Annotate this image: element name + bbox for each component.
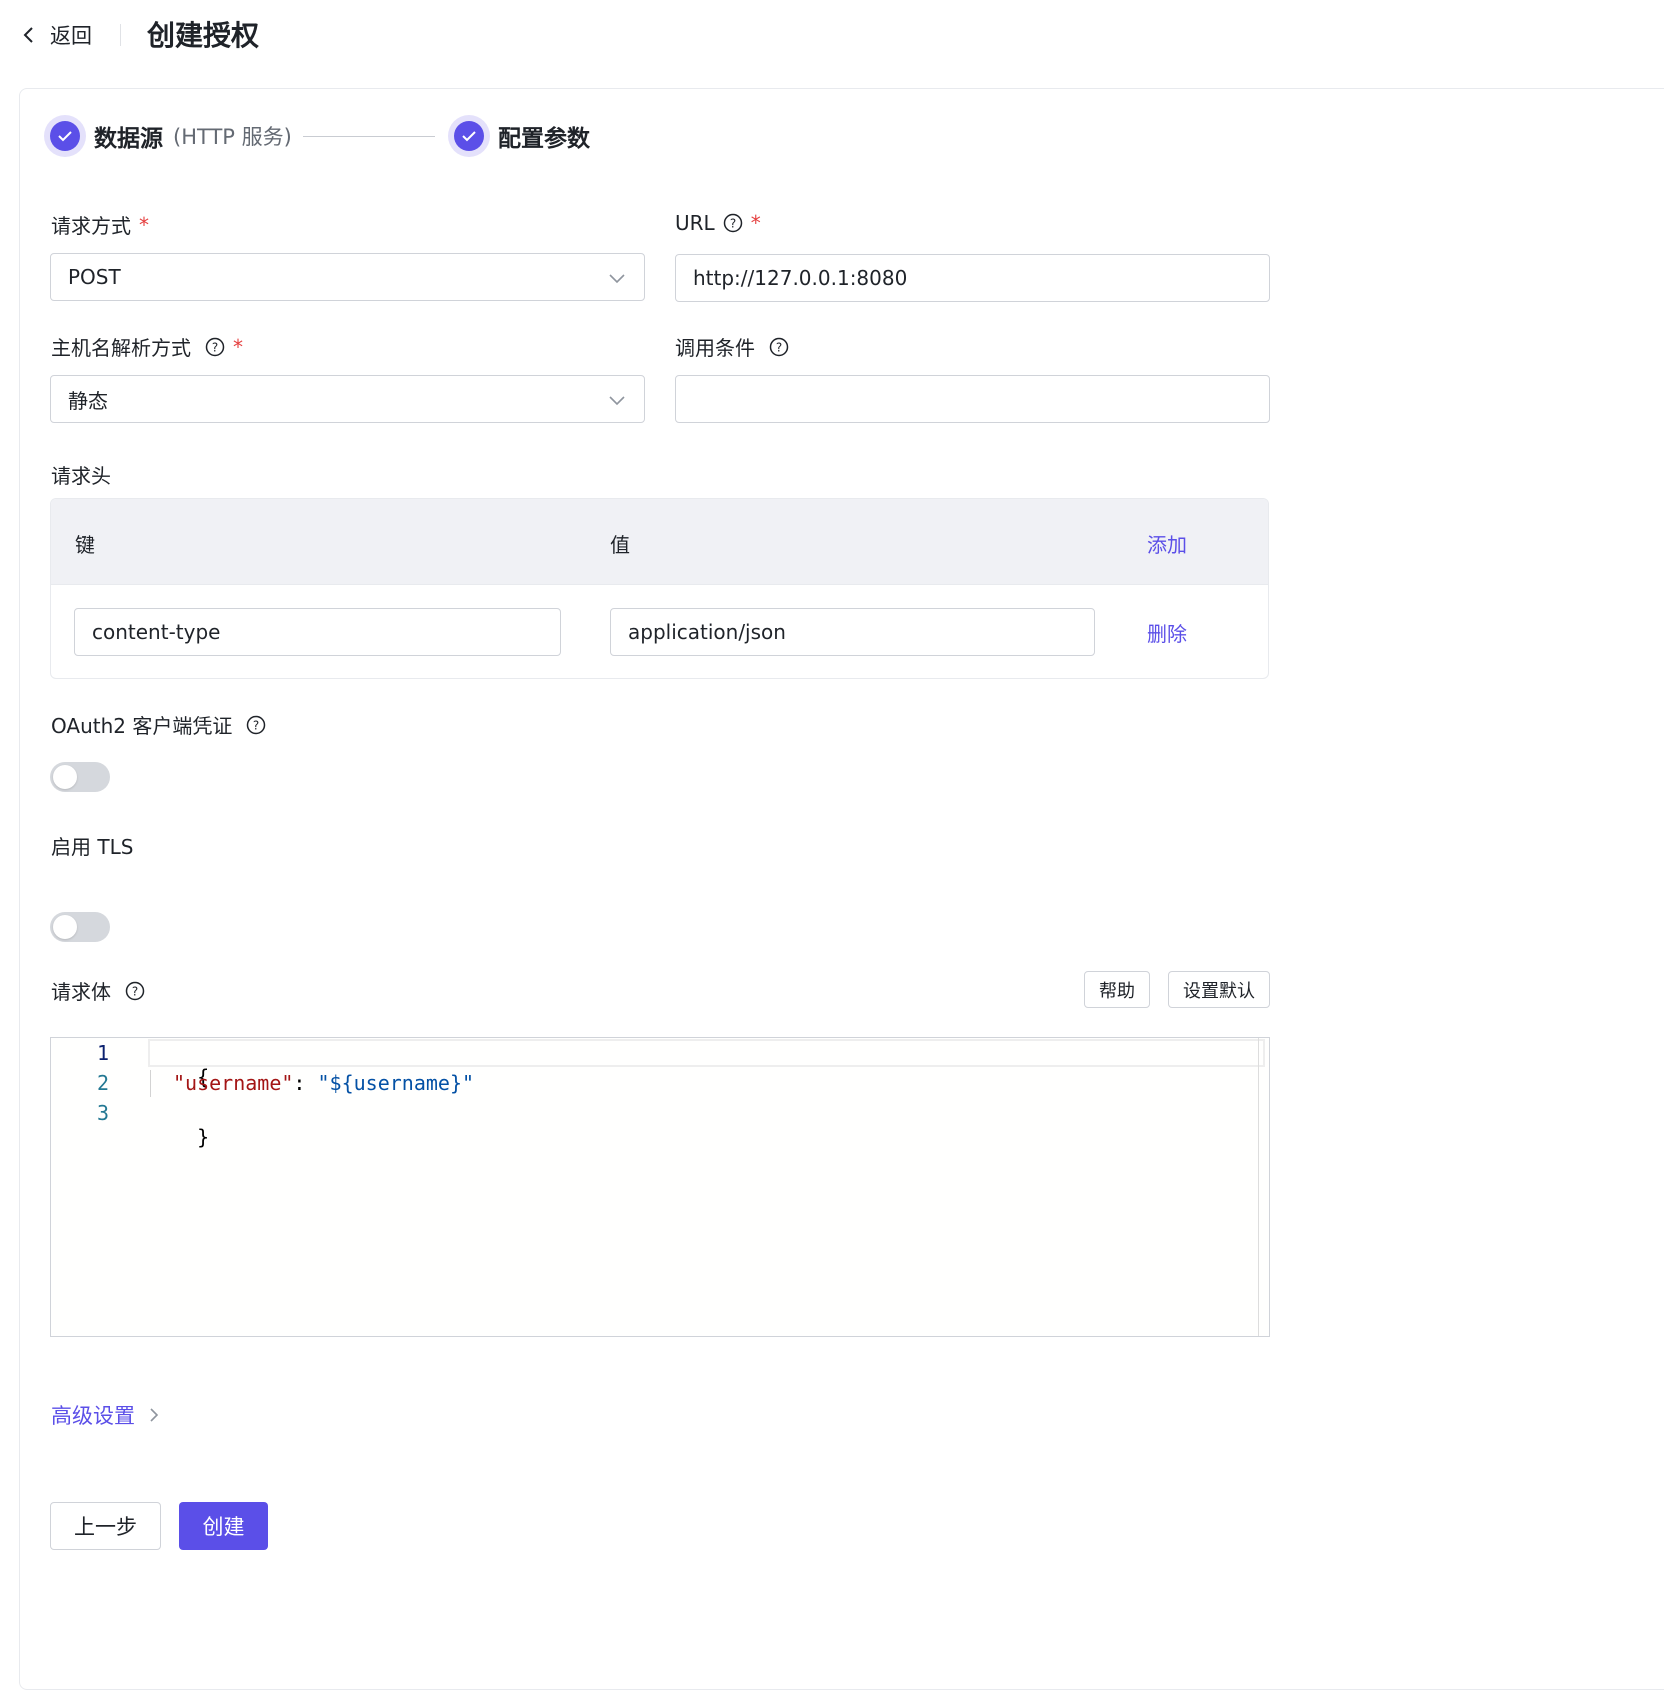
step-config-params: 配置参数 <box>448 115 590 157</box>
tls-label-text: 启用 TLS <box>51 835 134 859</box>
url-label: URL ? * <box>675 211 761 235</box>
code-line-2: "username": "${username}" <box>173 1071 474 1095</box>
back-label: 返回 <box>50 24 92 48</box>
header-key-value: content-type <box>92 620 221 644</box>
host-resolution-select[interactable]: 静态 <box>50 375 645 423</box>
chevron-right-icon <box>150 1408 159 1422</box>
host-resolution-label-text: 主机名解析方式 <box>51 336 191 360</box>
svg-text:?: ? <box>776 340 782 354</box>
method-label: 请求方式 * <box>51 210 149 239</box>
form-card <box>19 88 1664 1690</box>
code-token: } <box>197 1125 210 1149</box>
chevron-down-icon <box>609 274 625 284</box>
column-header-key: 键 <box>75 533 95 557</box>
step-subtitle: (HTTP 服务) <box>173 125 292 149</box>
url-value: http://127.0.0.1:8080 <box>693 266 908 290</box>
page-title: 创建授权 <box>147 19 260 52</box>
code-line-3: } <box>149 1101 209 1173</box>
required-mark: * <box>233 334 243 359</box>
step-title: 配置参数 <box>498 126 590 152</box>
line-number: 1 <box>96 1041 109 1065</box>
add-header-button[interactable]: 添加 <box>1147 529 1187 558</box>
step-done-indicator <box>448 115 490 157</box>
help-circle-icon[interactable]: ? <box>723 213 743 233</box>
oauth2-label: OAuth2 客户端凭证 ? <box>51 710 266 739</box>
call-condition-label: 调用条件 ? <box>675 332 789 361</box>
create-button[interactable]: 创建 <box>179 1502 268 1550</box>
advanced-settings-toggle[interactable]: 高级设置 <box>51 1400 159 1430</box>
step-title: 数据源 <box>94 126 163 152</box>
headers-label: 请求头 <box>51 460 111 489</box>
step-done-indicator <box>44 115 86 157</box>
line-number: 3 <box>96 1101 109 1125</box>
svg-text:?: ? <box>730 217 736 231</box>
help-button[interactable]: 帮助 <box>1084 971 1150 1008</box>
column-header-value: 值 <box>610 533 630 557</box>
host-resolution-value: 静态 <box>68 388 108 413</box>
header-value-value: application/json <box>628 620 786 644</box>
step-data-source: 数据源 (HTTP 服务) <box>44 115 292 157</box>
help-circle-icon[interactable]: ? <box>769 337 789 357</box>
oauth2-toggle[interactable] <box>50 762 110 792</box>
line-number: 2 <box>96 1071 109 1095</box>
method-value: POST <box>68 265 121 289</box>
method-label-text: 请求方式 <box>51 214 131 238</box>
help-circle-icon[interactable]: ? <box>205 337 225 357</box>
editor-scrollbar[interactable] <box>1258 1038 1269 1336</box>
url-input[interactable]: http://127.0.0.1:8080 <box>675 254 1270 302</box>
svg-text:?: ? <box>253 718 259 732</box>
toggle-knob <box>53 915 77 939</box>
header-divider <box>120 24 121 46</box>
check-icon <box>58 131 72 142</box>
header-value-input[interactable]: application/json <box>610 608 1095 656</box>
required-mark: * <box>750 211 761 235</box>
header-key-input[interactable]: content-type <box>74 608 561 656</box>
body-label-text: 请求体 <box>51 980 111 1004</box>
code-token-key: "username" <box>173 1071 294 1095</box>
headers-label-text: 请求头 <box>51 464 111 488</box>
tls-toggle[interactable] <box>50 912 110 942</box>
call-condition-input[interactable] <box>675 375 1270 423</box>
svg-text:?: ? <box>132 984 138 998</box>
oauth2-label-text: OAuth2 客户端凭证 <box>51 714 233 738</box>
delete-header-button[interactable]: 删除 <box>1147 618 1187 647</box>
chevron-left-icon <box>23 27 33 43</box>
call-condition-label-text: 调用条件 <box>675 336 755 360</box>
toggle-knob <box>53 765 77 789</box>
current-line-highlight <box>148 1039 1265 1067</box>
required-mark: * <box>139 212 149 237</box>
check-icon <box>462 131 476 142</box>
tls-label: 启用 TLS <box>51 831 133 860</box>
previous-step-button[interactable]: 上一步 <box>50 1502 161 1550</box>
body-label: 请求体 ? <box>51 976 145 1005</box>
advanced-settings-label: 高级设置 <box>51 1404 135 1428</box>
headers-table-header: 键 值 添加 <box>51 499 1268 585</box>
svg-text:?: ? <box>212 340 218 354</box>
chevron-down-icon <box>609 396 625 406</box>
code-token: : <box>293 1071 318 1095</box>
url-label-text: URL <box>675 211 715 235</box>
set-default-button[interactable]: 设置默认 <box>1168 971 1270 1008</box>
host-resolution-label: 主机名解析方式 ? * <box>51 332 243 361</box>
help-circle-icon[interactable]: ? <box>246 715 266 735</box>
help-circle-icon[interactable]: ? <box>125 981 145 1001</box>
back-button[interactable]: 返回 <box>22 18 92 52</box>
code-editor[interactable]: 1 2 3 { "username": "${username}" } <box>50 1037 1270 1337</box>
code-token-string: "${username}" <box>317 1071 475 1095</box>
step-connector <box>303 136 435 137</box>
method-select[interactable]: POST <box>50 253 645 301</box>
